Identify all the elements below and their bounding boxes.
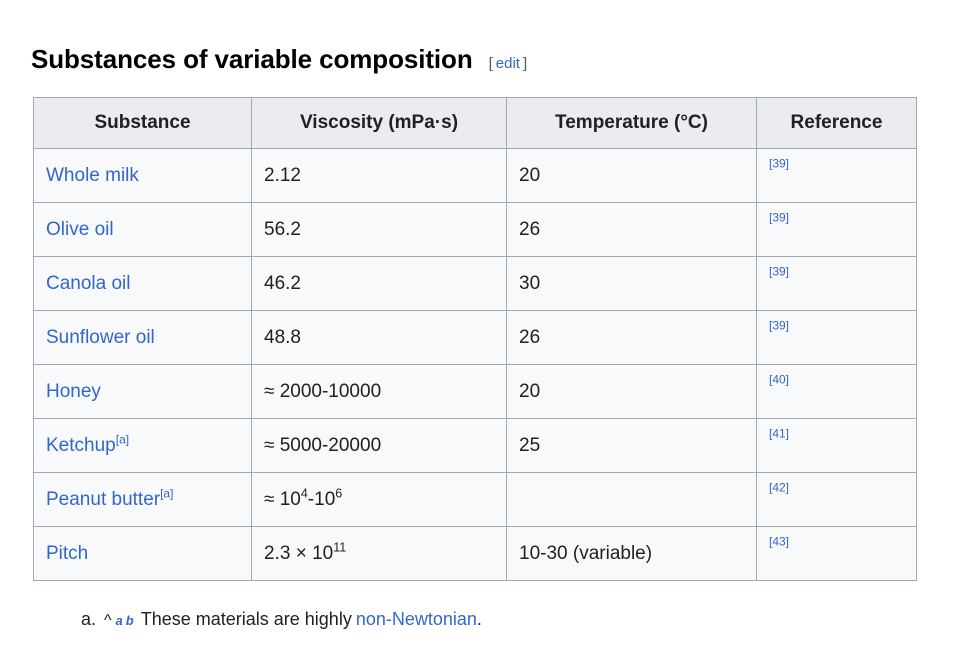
substance-link[interactable]: Canola oil [46,273,131,294]
viscosity-prefix: 2.3 × 10 [264,542,334,564]
viscosity-value: 2.12 [264,164,301,186]
cell-substance: Whole milk [33,148,252,203]
edit-close-bracket: ] [522,54,528,72]
viscosity-value: 48.8 [264,326,301,348]
cell-substance: Canola oil [33,256,252,311]
cell-substance: Olive oil [33,202,252,257]
reference-link[interactable]: [40] [769,373,789,387]
substance-link[interactable]: Peanut butter [46,489,160,510]
cell-viscosity: 46.2 [251,256,507,311]
cell-substance: Honey [33,364,252,419]
cell-temperature: 26 [506,310,757,365]
cell-temperature: 20 [506,148,757,203]
cell-temperature: 10-30 (variable) [506,526,757,581]
table-header-row: Substance Viscosity (mPa·s) Temperature … [33,97,917,149]
edit-section-link-group: [edit] [489,48,528,80]
footnote-marker[interactable]: [a] [116,432,129,446]
reference-link[interactable]: [39] [769,157,789,171]
substance-link[interactable]: Whole milk [46,165,139,186]
cell-viscosity: ≈ 2000-10000 [251,364,507,419]
table-header: Substance Viscosity (mPa·s) Temperature … [33,97,917,149]
cell-substance: Ketchup[a] [33,418,252,473]
table-row: Honey ≈ 2000-10000 20 [40] [33,364,917,419]
substance-link[interactable]: Sunflower oil [46,327,155,348]
viscosity-exponent-2: 6 [335,486,343,501]
page-title: Substances of variable composition [31,43,473,74]
table-row: Ketchup[a] ≈ 5000-20000 25 [41] [33,418,917,473]
reference-link[interactable]: [42] [769,481,789,495]
cell-substance: Peanut butter[a] [33,472,252,527]
viscosity-value: ≈ 104-106 [264,486,343,510]
column-header-reference: Reference [756,97,917,149]
table-row: Whole milk 2.12 20 [39] [33,148,917,203]
cell-reference: [39] [756,148,917,203]
reference-link[interactable]: [41] [769,427,789,441]
reference-link[interactable]: [39] [769,265,789,279]
cell-reference: [42] [756,472,917,527]
viscosity-value: 46.2 [264,272,301,294]
cell-reference: [43] [756,526,917,581]
viscosity-exponent-1: 4 [300,486,308,501]
cell-temperature: 20 [506,364,757,419]
viscosity-prefix: ≈ 10 [264,488,301,510]
substance-link[interactable]: Honey [46,381,101,402]
viscosity-table: Substance Viscosity (mPa·s) Temperature … [33,97,917,581]
table-row: Pitch 2.3 × 1011 10-30 (variable) [43] [33,526,917,581]
substance-link[interactable]: Pitch [46,543,88,564]
article-section: Substances of variable composition [edit… [0,0,972,664]
table-body: Whole milk 2.12 20 [39] Olive oil 56.2 2… [33,148,917,581]
cell-substance: Pitch [33,526,252,581]
cell-viscosity: ≈ 5000-20000 [251,418,507,473]
viscosity-value: 56.2 [264,218,301,240]
footnote-marker[interactable]: [a] [160,486,173,500]
cell-viscosity: 48.8 [251,310,507,365]
cell-viscosity: 2.12 [251,148,507,203]
footnote-caret-icon[interactable]: ^ [104,607,112,635]
cell-temperature: 30 [506,256,757,311]
table-row: Sunflower oil 48.8 26 [39] [33,310,917,365]
footnotes-list: a. ^ a b These materials are highly non-… [33,605,913,635]
cell-viscosity: 56.2 [251,202,507,257]
non-newtonian-link[interactable]: non-Newtonian [356,605,477,633]
viscosity-value: ≈ 2000-10000 [264,380,382,402]
substance-link[interactable]: Olive oil [46,219,114,240]
cell-reference: [39] [756,202,917,257]
cell-substance: Sunflower oil [33,310,252,365]
cell-reference: [39] [756,256,917,311]
cell-temperature [506,472,757,527]
reference-link[interactable]: [39] [769,319,789,333]
footnote-item: a. ^ a b These materials are highly non-… [33,605,913,635]
viscosity-mid: -10 [307,488,336,510]
column-header-substance: Substance [33,97,252,149]
footnote-marker-label: a. [81,609,97,629]
cell-reference: [40] [756,364,917,419]
edit-section-link[interactable]: edit [493,55,523,72]
cell-temperature: 25 [506,418,757,473]
viscosity-exponent-1: 11 [333,540,347,555]
reference-link[interactable]: [39] [769,211,789,225]
viscosity-value: ≈ 5000-20000 [264,434,382,456]
table-row: Peanut butter[a] ≈ 104-106 [42] [33,472,917,527]
substance-link[interactable]: Ketchup [46,435,116,456]
viscosity-value: 2.3 × 1011 [264,540,347,564]
section-heading-row: Substances of variable composition [edit… [31,21,527,96]
column-header-temperature: Temperature (°C) [506,97,757,149]
cell-viscosity: 2.3 × 1011 [251,526,507,581]
footnote-text-before: These materials are highly [140,609,352,629]
cell-reference: [39] [756,310,917,365]
cell-reference: [41] [756,418,917,473]
table-row: Canola oil 46.2 30 [39] [33,256,917,311]
column-header-viscosity: Viscosity (mPa·s) [251,97,507,149]
cell-temperature: 26 [506,202,757,257]
footnote-text-after: . [476,609,482,629]
cell-viscosity: ≈ 104-106 [251,472,507,527]
table-row: Olive oil 56.2 26 [39] [33,202,917,257]
reference-link[interactable]: [43] [769,535,789,549]
